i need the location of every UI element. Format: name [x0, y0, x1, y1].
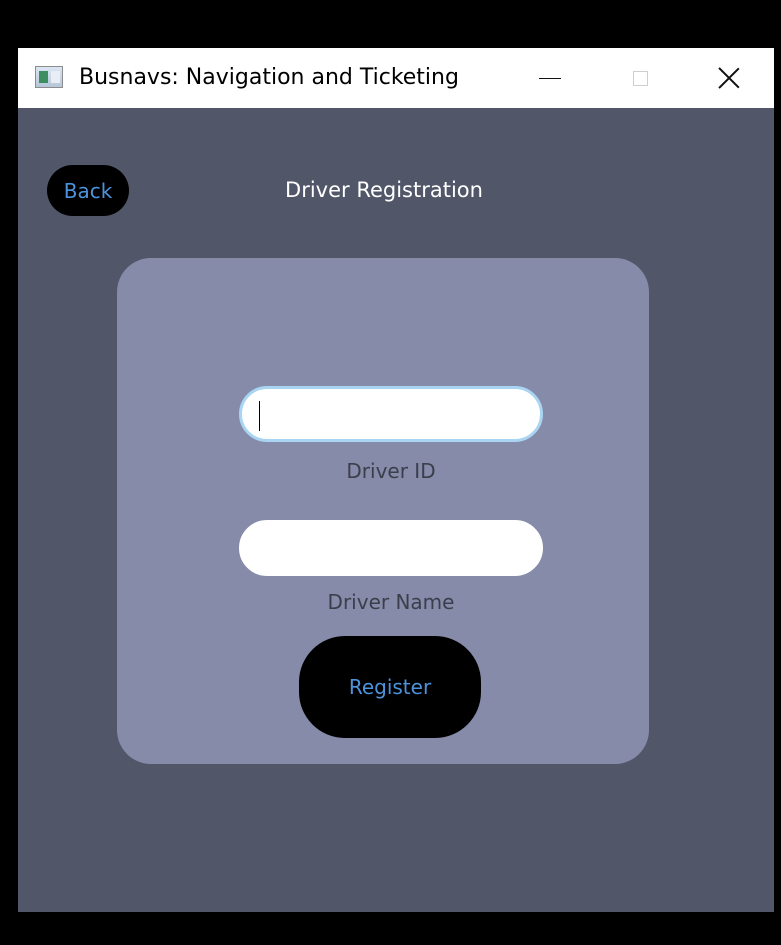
driver-id-input[interactable] — [239, 386, 543, 442]
minimize-icon — [539, 77, 561, 79]
close-icon — [718, 67, 740, 89]
minimize-button[interactable] — [505, 48, 595, 108]
text-caret — [259, 401, 260, 431]
close-button[interactable] — [684, 48, 774, 108]
maximize-icon — [632, 70, 648, 86]
driver-name-input[interactable] — [239, 520, 543, 576]
desktop-background: Busnavs: Navigation and Ticketing Back D… — [0, 0, 781, 945]
registration-card: Driver ID Driver Name Register — [117, 258, 649, 764]
maximize-button[interactable] — [595, 48, 685, 108]
register-button[interactable]: Register — [299, 636, 481, 738]
page-title: Driver Registration — [285, 178, 483, 202]
application-window-icon — [35, 66, 63, 88]
title-bar[interactable]: Busnavs: Navigation and Ticketing — [18, 48, 774, 108]
back-button[interactable]: Back — [47, 165, 129, 216]
app-window: Busnavs: Navigation and Ticketing Back D… — [18, 48, 774, 912]
driver-id-label: Driver ID — [346, 459, 436, 483]
window-title: Busnavs: Navigation and Ticketing — [79, 65, 459, 90]
driver-name-label: Driver Name — [327, 590, 455, 614]
